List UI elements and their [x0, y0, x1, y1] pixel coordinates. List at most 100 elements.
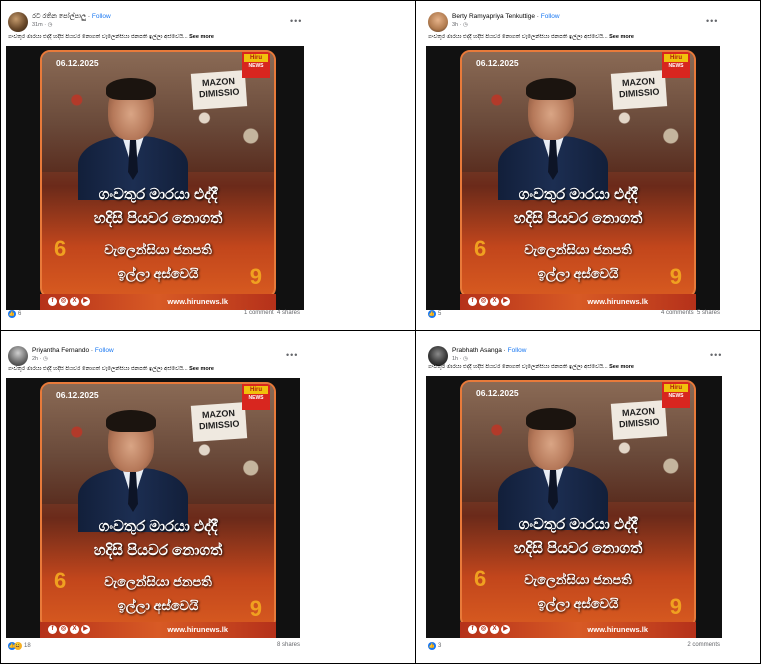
post-stats: 👍 3 2 comments — [428, 642, 720, 654]
follow-button[interactable]: Follow — [92, 13, 111, 20]
headline-line-2: හදිසි පියවර නොගත් — [93, 542, 223, 559]
hiru-news-logo: Hiru NEWS — [662, 382, 690, 408]
post-caption: ගංවතුර මාරයා එද්දී හදිසි පියවර නොගත් වැල… — [8, 34, 300, 41]
site-url: www.hirunews.lk — [587, 297, 648, 306]
protest-banner: MAZON DIMISSIO — [190, 402, 248, 442]
site-url: www.hirunews.lk — [167, 297, 228, 306]
post-caption: ගංවතුර මාරයා එද්දී හදිසි පියවර නොගත් වැල… — [428, 364, 720, 371]
post-card: Priyantha Fernando · Follow 2h · ◷ ••• ග… — [4, 338, 304, 660]
x-icon: X — [490, 297, 499, 306]
quote-open-icon: 6 — [54, 568, 67, 593]
headline-line-4: ඉල්ලා අස්වෙයි — [117, 598, 199, 613]
card-date: 06.12.2025 — [56, 390, 99, 400]
follow-button[interactable]: Follow — [508, 347, 527, 354]
card-footer: f ◎ X ▶ www.hirunews.lk — [40, 622, 276, 638]
headline-line-3: වැලෙන්සියා ජනපති — [524, 572, 632, 587]
instagram-icon: ◎ — [59, 297, 68, 306]
youtube-icon: ▶ — [501, 625, 510, 634]
headline-line-1: ගංවතුර මාරයා එද්දී — [518, 186, 638, 203]
reaction-count[interactable]: 3 — [438, 643, 441, 649]
more-options-icon[interactable]: ••• — [706, 16, 718, 26]
social-icons: f ◎ X ▶ — [48, 297, 92, 306]
comment-count[interactable]: 2 comments — [687, 642, 720, 648]
more-options-icon[interactable]: ••• — [290, 16, 302, 26]
reaction-count[interactable]: 5 — [438, 311, 441, 317]
protest-banner: MAZON DIMISSIO — [610, 400, 668, 440]
post-time[interactable]: 31m · ◷ — [32, 22, 52, 28]
headline-line-1: ගංවතුර මාරයා එද්දී — [518, 516, 638, 533]
divider-horizontal — [0, 330, 761, 331]
post-image[interactable]: MAZON DIMISSIO 06.12.2025 Hiru NEWS ගංවතු… — [426, 46, 720, 310]
post-image[interactable]: MAZON DIMISSIO 06.12.2025 Hiru NEWS ගංවතු… — [426, 376, 722, 638]
headline-line-2: හදිසි පියවර නොගත් — [513, 540, 643, 557]
post-card: Prabhath Asanga · Follow 1h · ◷ ••• ගංවත… — [424, 338, 724, 660]
post-image[interactable]: MAZON DIMISSIO 06.12.2025 Hiru NEWS ගංවතු… — [6, 46, 304, 310]
site-url: www.hirunews.lk — [167, 625, 228, 634]
news-card: MAZON DIMISSIO 06.12.2025 Hiru NEWS ගංවතු… — [40, 382, 276, 630]
quote-close-icon: 9 — [249, 264, 262, 289]
share-count[interactable]: 8 shares — [277, 642, 300, 648]
haha-reaction-icon[interactable]: 😆 — [14, 642, 22, 650]
headline-line-3: වැලෙන්සියා ජනපති — [104, 242, 212, 257]
see-more-link[interactable]: See more — [189, 34, 214, 40]
headline-line-1: ගංවතුර මාරයා එද්දී — [98, 186, 218, 203]
hiru-news-logo: Hiru NEWS — [242, 384, 270, 410]
see-more-link[interactable]: See more — [189, 366, 214, 372]
headline-line-4: ඉල්ලා අස්වෙයි — [537, 266, 619, 281]
author-name[interactable]: Priyantha Fernando — [32, 347, 89, 354]
avatar[interactable] — [8, 346, 28, 366]
card-footer: f ◎ X ▶ www.hirunews.lk — [460, 294, 696, 310]
share-count[interactable]: 4 shares — [277, 310, 300, 316]
comment-count[interactable]: 4 comments — [661, 310, 694, 316]
post-stats: 👍 6 1 comment 4 shares — [8, 310, 300, 322]
post-time[interactable]: 3h · ◷ — [452, 22, 468, 28]
like-reaction-icon[interactable]: 👍 — [428, 310, 436, 318]
share-count[interactable]: 5 shares — [697, 310, 720, 316]
man-portrait — [498, 408, 608, 530]
quote-close-icon: 9 — [249, 596, 262, 621]
youtube-icon: ▶ — [81, 625, 90, 634]
post-time[interactable]: 1h · ◷ — [452, 356, 468, 362]
protest-banner: MAZON DIMISSIO — [610, 70, 668, 110]
quote-open-icon: 6 — [474, 236, 487, 261]
see-more-link[interactable]: See more — [609, 364, 634, 370]
man-portrait — [78, 78, 188, 200]
quote-open-icon: 6 — [474, 566, 487, 591]
instagram-icon: ◎ — [479, 625, 488, 634]
headline-line-2: හදිසි පියවර නොගත් — [93, 210, 223, 227]
avatar[interactable] — [428, 346, 448, 366]
follow-button[interactable]: Follow — [541, 13, 560, 20]
caption-text: ගංවතුර මාරයා එද්දී හදිසි පියවර නොගත් වැල… — [428, 34, 608, 40]
post-image[interactable]: MAZON DIMISSIO 06.12.2025 Hiru NEWS ගංවතු… — [6, 378, 300, 638]
reaction-count[interactable]: 6 — [18, 311, 21, 317]
man-portrait — [498, 78, 608, 200]
more-options-icon[interactable]: ••• — [286, 350, 298, 360]
news-card: MAZON DIMISSIO 06.12.2025 Hiru NEWS ගංවතු… — [460, 380, 696, 628]
post-time[interactable]: 2h · ◷ — [32, 356, 48, 362]
headline-line-3: වැලෙන්සියා ජනපති — [104, 574, 212, 589]
post-card: Berty Ramyapriya Tenkuttige · Follow 3h … — [424, 4, 724, 326]
like-reaction-icon[interactable]: 👍 — [8, 310, 16, 318]
avatar[interactable] — [8, 12, 28, 32]
author-name[interactable]: Prabhath Asanga — [452, 347, 502, 354]
author-name[interactable]: Berty Ramyapriya Tenkuttige — [452, 13, 535, 20]
see-more-link[interactable]: See more — [609, 34, 634, 40]
more-options-icon[interactable]: ••• — [710, 350, 722, 360]
avatar[interactable] — [428, 12, 448, 32]
headline-line-3: වැලෙන්සියා ජනපති — [524, 242, 632, 257]
author-name[interactable]: රට රතින පෝල්පාලු — [32, 13, 86, 20]
x-icon: X — [490, 625, 499, 634]
site-url: www.hirunews.lk — [587, 625, 648, 634]
youtube-icon: ▶ — [81, 297, 90, 306]
x-icon: X — [70, 297, 79, 306]
post-stats: 👍 5 4 comments 5 shares — [428, 310, 720, 322]
author-line: Priyantha Fernando · Follow — [32, 347, 114, 354]
reaction-count[interactable]: 18 — [24, 643, 31, 649]
author-line: රට රතින පෝල්පාලු · Follow — [32, 13, 111, 20]
facebook-icon: f — [48, 297, 57, 306]
follow-button[interactable]: Follow — [95, 347, 114, 354]
comment-count[interactable]: 1 comment — [244, 310, 274, 316]
like-reaction-icon[interactable]: 👍 — [428, 642, 436, 650]
post-caption: ගංවතුර මාරයා එද්දී හදිසි පියවර නොගත් වැල… — [428, 34, 720, 41]
quote-close-icon: 9 — [669, 264, 682, 289]
